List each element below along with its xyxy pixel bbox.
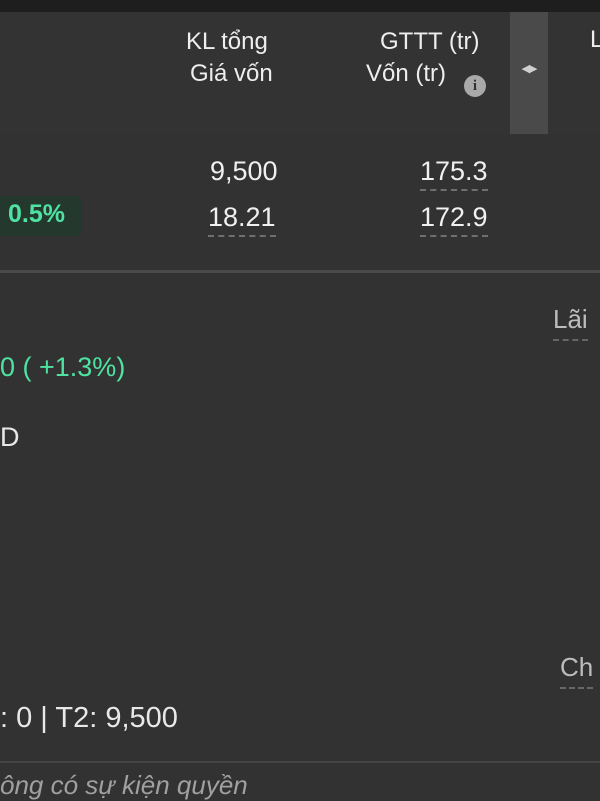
column-header-cost-price[interactable]: Giá vốn	[190, 58, 273, 90]
resize-arrows-icon: ◀▶	[521, 63, 538, 75]
market-value-value[interactable]: 175.3	[420, 154, 488, 191]
column-resize-handle[interactable]: ◀▶	[510, 12, 548, 134]
settlement-info: : 0 | T2: 9,500	[0, 702, 178, 734]
waiting-label[interactable]: Ch	[560, 652, 594, 689]
cost-price-value[interactable]: 18.21	[208, 200, 276, 237]
column-header-next[interactable]: L	[590, 26, 600, 54]
events-note: ông có sự kiện quyền	[0, 770, 248, 800]
change-percent: 0.5%	[8, 200, 65, 228]
capital-value[interactable]: 172.9	[420, 200, 488, 237]
section-divider	[0, 270, 600, 273]
currency-fragment: D	[0, 422, 20, 452]
profit-label[interactable]: Lãi	[553, 304, 588, 341]
column-header-kl-total[interactable]: KL tổng	[186, 26, 268, 58]
column-header-capital[interactable]: Vốn (tr)	[366, 58, 446, 90]
profit-change: 0 ( +1.3%)	[0, 352, 126, 382]
status-bar	[0, 0, 600, 12]
column-header-market-value[interactable]: GTTT (tr)	[380, 26, 480, 58]
footer-divider	[0, 761, 600, 763]
kl-total-value: 9,500	[210, 156, 278, 186]
info-icon[interactable]: i	[464, 75, 486, 97]
